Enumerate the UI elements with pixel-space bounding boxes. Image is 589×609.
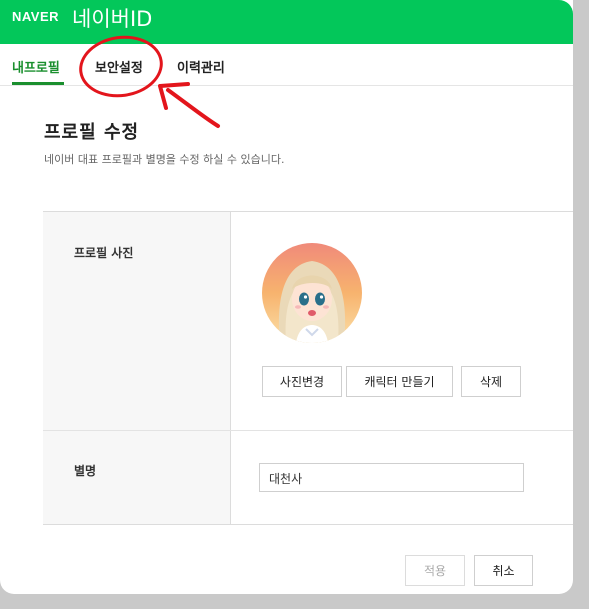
apply-button[interactable]: 적용 [405, 555, 465, 586]
profile-form: 프로필 사진 별명 사진변경 캐릭터 만들기 삭제 대천사 [43, 211, 573, 525]
page-description: 네이버 대표 프로필과 별명을 수정 하실 수 있습니다. [44, 153, 285, 166]
row-divider [43, 430, 573, 431]
alias-input[interactable]: 대천사 [259, 463, 524, 492]
delete-photo-button[interactable]: 삭제 [461, 366, 521, 397]
cancel-button[interactable]: 취소 [474, 555, 533, 586]
header-bar: NAVER 네이버ID [0, 0, 573, 44]
naver-logo[interactable]: NAVER [12, 9, 59, 24]
alias-label: 별명 [74, 464, 97, 478]
change-photo-button[interactable]: 사진변경 [262, 366, 342, 397]
profile-avatar[interactable] [262, 243, 362, 343]
create-character-button[interactable]: 캐릭터 만들기 [346, 366, 453, 397]
cartoon-girl-avatar-icon [262, 243, 362, 343]
profile-photo-label: 프로필 사진 [74, 246, 134, 260]
form-label-column [43, 212, 231, 524]
annotation-arrow-icon [158, 82, 220, 128]
tab-my-profile[interactable]: 내프로필 [12, 57, 60, 76]
active-tab-indicator [12, 82, 64, 85]
profile-window: NAVER 네이버ID 내프로필 보안설정 이력관리 프로필 수정 네이버 대표… [0, 0, 573, 594]
tab-history[interactable]: 이력관리 [177, 57, 225, 76]
page-header-title: 네이버ID [72, 7, 153, 31]
page-title: 프로필 수정 [44, 122, 140, 143]
